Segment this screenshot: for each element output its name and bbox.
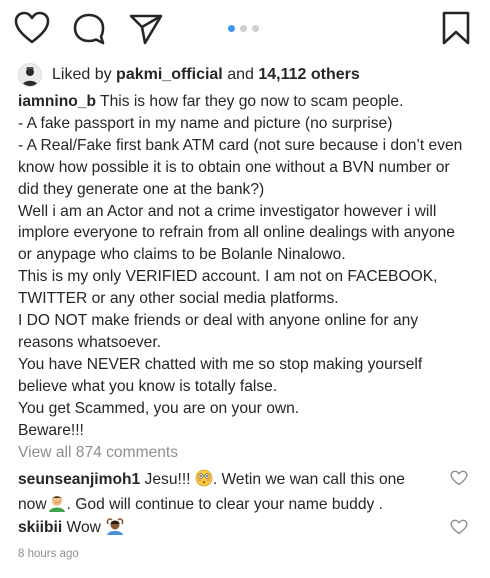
comment-username[interactable]: seunseanjimoh1 xyxy=(18,471,140,488)
view-all-comments-link[interactable]: View all 874 comments xyxy=(18,444,178,462)
likes-count[interactable]: 14,112 others xyxy=(258,66,359,84)
likes-summary: Liked by pakmi_official and 14,112 other… xyxy=(18,62,360,88)
caption-line: know how possible it is to obtain one wi… xyxy=(18,158,450,176)
caption-line: or anypage who claims to be Bolanle Nina… xyxy=(18,246,346,264)
post-caption: iamnino_b This is how far they go now to… xyxy=(18,91,478,442)
caption-line: This is my only VERIFIED account. I am n… xyxy=(18,268,438,286)
carousel-dot-active xyxy=(228,25,235,32)
person-gesturing-ok-emoji-icon xyxy=(105,517,125,542)
comment-first-line: seunseanjimoh1 Jesu!!! . Wetin we wan ca… xyxy=(18,469,438,494)
likes-joiner: and xyxy=(227,66,254,83)
flushed-face-emoji-icon xyxy=(195,469,213,494)
liker-username[interactable]: pakmi_official xyxy=(116,66,223,84)
comment-text: Wow xyxy=(66,519,101,536)
caption-line: believe what you know is totally false. xyxy=(18,377,278,395)
caption-line: Well i am an Actor and not a crime inves… xyxy=(18,202,437,220)
comment-item: skiibii Wow xyxy=(18,517,438,542)
caption-line: I DO NOT make friends or deal with anyon… xyxy=(18,312,419,330)
caption-line: implore everyone to refrain from all onl… xyxy=(18,224,455,242)
carousel-indicator xyxy=(228,25,259,33)
caption-text: This is how far they go now to scam peop… xyxy=(100,93,404,110)
caption-line: TWITTER or any other social media platfo… xyxy=(18,290,339,308)
caption-line: - A fake passport in my name and picture… xyxy=(18,114,393,132)
comment-item: seunseanjimoh1 Jesu!!! . Wetin we wan ca… xyxy=(18,469,438,519)
man-facepalming-emoji-icon xyxy=(47,494,67,519)
likes-prefix: Liked by xyxy=(52,66,112,83)
caption-line: did they generate one at the bank?) xyxy=(18,180,265,198)
caption-line: Beware!!! xyxy=(18,421,84,439)
paper-plane-icon[interactable] xyxy=(128,12,164,46)
comment-text: . God will continue to clear your name b… xyxy=(66,496,383,513)
caption-username[interactable]: iamnino_b xyxy=(18,93,96,110)
bookmark-icon[interactable] xyxy=(440,10,472,46)
comment-second-line: now . God will continue to clear your na… xyxy=(18,494,438,519)
carousel-dot xyxy=(252,25,259,32)
caption-line: You have NEVER chatted with me so stop m… xyxy=(18,355,423,373)
like-comment-heart-icon[interactable] xyxy=(450,519,468,540)
comment-username[interactable]: skiibii xyxy=(18,519,62,536)
post-timestamp: 8 hours ago xyxy=(18,548,79,560)
like-comment-heart-icon[interactable] xyxy=(450,470,468,491)
caption-line: reasons whatsoever. xyxy=(18,333,162,351)
liker-avatar[interactable] xyxy=(18,63,42,87)
heart-icon[interactable] xyxy=(14,11,50,45)
caption-line: You get Scammed, you are on your own. xyxy=(18,399,300,417)
carousel-dot xyxy=(240,25,247,32)
post-action-bar xyxy=(0,0,490,58)
comment-icon[interactable] xyxy=(72,12,108,46)
comment-text: . Wetin we wan call this one xyxy=(212,471,405,488)
comment-text: Jesu!!! xyxy=(144,471,191,488)
comment-text: now xyxy=(18,496,47,513)
caption-first-line: iamnino_b This is how far they go now to… xyxy=(18,91,478,113)
comment-first-line: skiibii Wow xyxy=(18,517,438,542)
caption-line: - A Real/Fake first bank ATM card (not s… xyxy=(18,136,463,154)
